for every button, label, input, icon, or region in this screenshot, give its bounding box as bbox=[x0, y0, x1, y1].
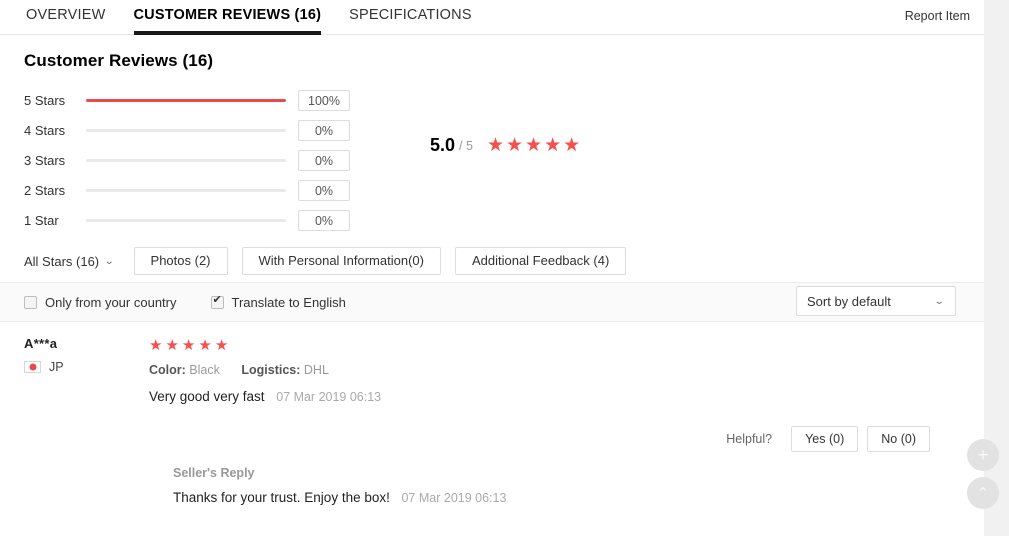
filter-chip-additional-feedback[interactable]: Additional Feedback (4) bbox=[454, 247, 627, 275]
review-attributes: Color: Black Logistics: DHL bbox=[149, 363, 960, 377]
tab-list: OVERVIEW CUSTOMER REVIEWS (16) SPECIFICA… bbox=[12, 0, 984, 35]
overall-score-outof: / 5 bbox=[459, 138, 473, 153]
only-from-your-country-label: Only from your country bbox=[45, 294, 177, 310]
rating-bar-track bbox=[86, 98, 286, 102]
attribute-key-color: Color: bbox=[149, 363, 186, 377]
rating-summary-section: 5 Stars 100% 4 Stars 0% 3 Stars 0% 2 Sta… bbox=[0, 85, 984, 240]
star-icon: ★ bbox=[198, 337, 212, 354]
rating-bar-label: 1 Star bbox=[24, 212, 59, 228]
filter-chip-personal-information[interactable]: With Personal Information(0) bbox=[241, 247, 441, 275]
attribute-value-logistics: DHL bbox=[303, 363, 329, 377]
sort-dropdown[interactable]: Sort by default ⌄ bbox=[796, 286, 956, 316]
helpful-no-button[interactable]: No (0) bbox=[867, 426, 930, 452]
checkbox-icon-unchecked bbox=[24, 295, 37, 309]
seller-reply: Seller's Reply Thanks for your trust. En… bbox=[24, 466, 960, 505]
report-item-link[interactable]: Report Item bbox=[905, 9, 970, 23]
checkbox-icon-checked bbox=[210, 294, 224, 309]
review-content: ★ ★ ★ ★ ★ Color: Black Logistics: DHL Very g… bbox=[149, 336, 960, 404]
star-icon: ★ bbox=[214, 337, 229, 354]
star-icon: ★ bbox=[181, 337, 196, 354]
attribute-key-logistics: Logistics: bbox=[241, 363, 301, 377]
rating-bar-percent: 0% bbox=[298, 209, 350, 231]
rating-bar-percent: 0% bbox=[298, 149, 350, 171]
rating-distribution-chart: 5 Stars 100% 4 Stars 0% 3 Stars 0% 2 Sta… bbox=[24, 85, 354, 235]
rating-bar-row[interactable]: 2 Stars 0% bbox=[24, 175, 354, 205]
page-root: OVERVIEW CUSTOMER REVIEWS (16) SPECIFICA… bbox=[0, 0, 1009, 536]
rating-bar-row[interactable]: 1 Star 0% bbox=[24, 205, 354, 235]
star-icon: ★ bbox=[525, 135, 543, 156]
helpful-label: Helpful? bbox=[726, 432, 773, 446]
rating-bar-percent: 0% bbox=[298, 179, 350, 201]
rating-bar-label: 3 Stars bbox=[24, 152, 66, 168]
tab-overview-label: OVERVIEW bbox=[26, 7, 106, 23]
review-date: 07 Mar 2019 06:13 bbox=[276, 390, 382, 404]
tab-customer-reviews[interactable]: CUSTOMER REVIEWS (16) bbox=[120, 0, 336, 35]
tab-specifications[interactable]: SPECIFICATIONS bbox=[335, 0, 486, 35]
reviewer-country: JP bbox=[24, 360, 149, 374]
review-item: A***a JP ★ ★ ★ ★ ★ Color: Black Logistics: D… bbox=[0, 322, 984, 505]
rating-bar-track bbox=[86, 158, 286, 162]
tab-customer-reviews-label: CUSTOMER REVIEWS (16) bbox=[133, 7, 322, 23]
rating-bar-row[interactable]: 3 Stars 0% bbox=[24, 145, 354, 175]
review-star-rating: ★ ★ ★ ★ ★ bbox=[149, 338, 960, 353]
rating-bar-track bbox=[86, 188, 286, 192]
japan-flag-icon bbox=[24, 361, 41, 373]
translate-to-english-label: Translate to English bbox=[231, 294, 346, 310]
star-icon: ★ bbox=[486, 135, 504, 156]
star-icon: ★ bbox=[505, 135, 524, 156]
page-title: Customer Reviews (16) bbox=[24, 51, 214, 70]
seller-reply-text: Thanks for your trust. Enjoy the box! bbox=[173, 490, 390, 505]
helpful-row: Helpful? Yes (0) No (0) bbox=[24, 426, 960, 452]
reviewer-name: A***a bbox=[24, 336, 58, 351]
rating-bar-percent: 100% bbox=[298, 89, 350, 111]
sort-dropdown-value: Sort by default bbox=[807, 293, 891, 309]
rating-bar-label: 5 Stars bbox=[24, 92, 66, 108]
tab-specifications-label: SPECIFICATIONS bbox=[349, 7, 472, 23]
reviewer-info: A***a JP bbox=[24, 336, 149, 404]
seller-reply-title: Seller's Reply bbox=[173, 466, 255, 480]
star-icon: ★ bbox=[544, 135, 562, 156]
tab-overview[interactable]: OVERVIEW bbox=[12, 0, 120, 35]
reviewer-country-code: JP bbox=[49, 360, 64, 374]
rating-bar-track bbox=[86, 218, 286, 222]
overall-star-rating: ★ ★ ★ ★ ★ bbox=[487, 136, 580, 155]
review-main: A***a JP ★ ★ ★ ★ ★ Color: Black Logistics: D… bbox=[24, 336, 960, 404]
all-stars-label: All Stars (16) bbox=[24, 253, 100, 269]
helpful-yes-button[interactable]: Yes (0) bbox=[791, 426, 859, 452]
only-from-your-country-checkbox[interactable]: Only from your country bbox=[24, 295, 177, 310]
chevron-down-icon: ⌄ bbox=[103, 255, 115, 267]
scroll-to-top-icon[interactable]: ⌃ bbox=[967, 477, 999, 509]
seller-reply-line: Thanks for your trust. Enjoy the box! 07… bbox=[173, 490, 960, 505]
overall-score-value: 5.0 bbox=[430, 135, 456, 155]
star-icon: ★ bbox=[149, 337, 163, 354]
rating-bar-row[interactable]: 5 Stars 100% bbox=[24, 85, 354, 115]
translate-to-english-checkbox[interactable]: Translate to English bbox=[210, 294, 346, 310]
content-pane: OVERVIEW CUSTOMER REVIEWS (16) SPECIFICA… bbox=[0, 0, 984, 536]
attribute-value-color: Black bbox=[189, 363, 220, 377]
rating-bar-label: 2 Stars bbox=[24, 182, 66, 198]
review-text: Very good very fast bbox=[149, 389, 265, 404]
active-tab-underline bbox=[133, 31, 322, 35]
seller-reply-date: 07 Mar 2019 06:13 bbox=[401, 491, 507, 505]
filter-chip-photos[interactable]: Photos (2) bbox=[133, 247, 228, 275]
overall-rating: 5.0 / 5 ★ ★ ★ ★ ★ bbox=[430, 135, 580, 156]
tab-bar: OVERVIEW CUSTOMER REVIEWS (16) SPECIFICA… bbox=[0, 0, 984, 35]
rating-bar-fill bbox=[86, 98, 286, 102]
rating-bar-track bbox=[86, 128, 286, 132]
star-icon: ★ bbox=[563, 135, 581, 156]
rating-bar-label: 4 Stars bbox=[24, 122, 66, 138]
add-icon[interactable]: + bbox=[967, 439, 999, 471]
review-options-bar: Only from your country Translate to Engl… bbox=[0, 282, 984, 322]
review-filter-bar: All Stars (16) ⌄ Photos (2) With Persona… bbox=[0, 240, 984, 282]
review-text-line: Very good very fast 07 Mar 2019 06:13 bbox=[149, 389, 960, 404]
rating-bar-row[interactable]: 4 Stars 0% bbox=[24, 115, 354, 145]
all-stars-dropdown[interactable]: All Stars (16) ⌄ bbox=[24, 253, 115, 269]
rating-bar-percent: 0% bbox=[298, 119, 350, 141]
star-icon: ★ bbox=[165, 337, 179, 354]
chevron-down-icon: ⌄ bbox=[933, 296, 945, 307]
